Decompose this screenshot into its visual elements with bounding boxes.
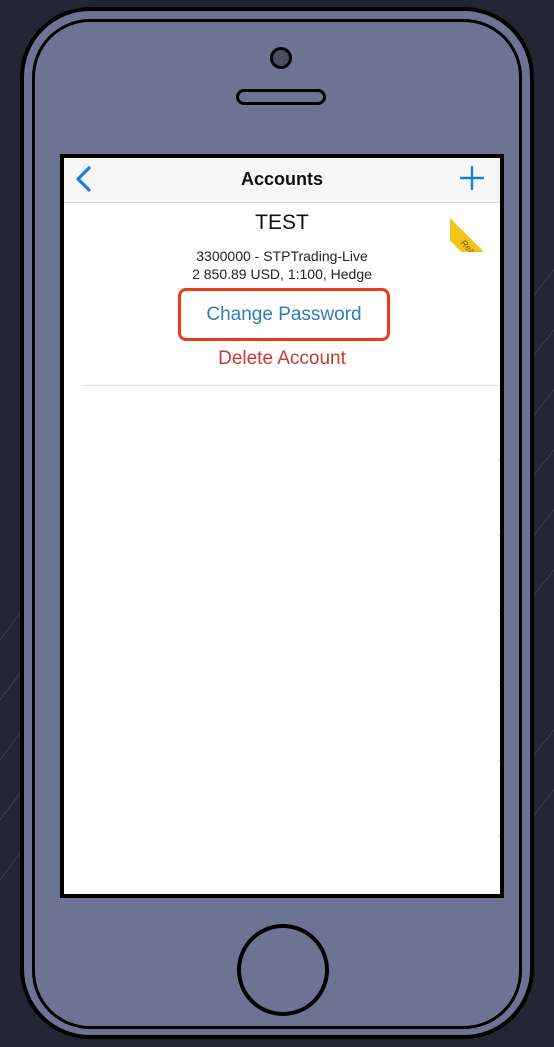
phone-screen: Accounts Real TEST 3300000 - STPTrading-… — [60, 154, 504, 898]
delete-account-button[interactable]: Delete Account — [64, 348, 500, 370]
change-password-button[interactable]: Change Password — [178, 288, 390, 341]
earpiece-speaker — [236, 89, 326, 105]
account-balance: 2 850.89 USD, 1:100, Hedge — [192, 266, 372, 282]
row-separator — [498, 535, 500, 536]
navigation-bar: Accounts — [64, 158, 500, 203]
row-separator — [498, 760, 500, 761]
page-title: Accounts — [240, 169, 323, 189]
row-separator — [498, 610, 500, 611]
row-separator — [498, 835, 500, 836]
row-separator — [498, 460, 500, 461]
account-name: TEST — [255, 211, 309, 234]
home-button[interactable] — [237, 924, 329, 1016]
list-divider — [82, 385, 500, 386]
plus-icon[interactable] — [460, 166, 484, 190]
account-server: 3300000 - STPTrading-Live — [196, 248, 368, 264]
row-separator — [498, 685, 500, 686]
front-camera — [270, 47, 292, 69]
